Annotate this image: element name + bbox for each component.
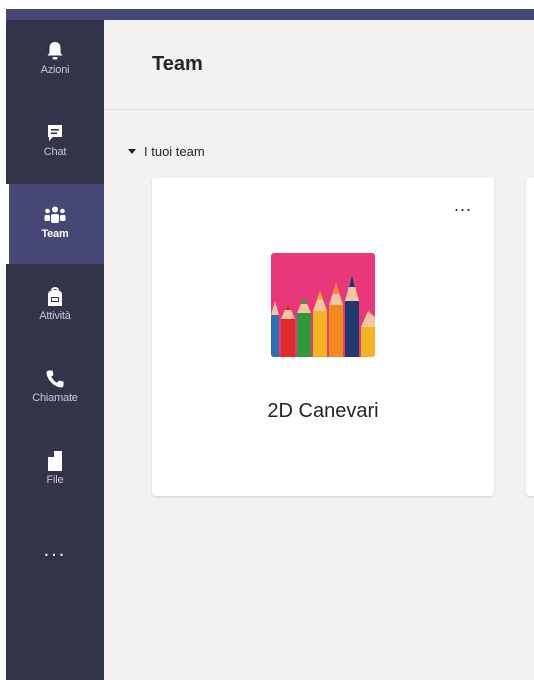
team-card-partial[interactable] — [526, 178, 534, 496]
app-rail: Azioni Chat Team Attività Chiamate File … — [6, 20, 104, 680]
rail-item-label: File — [46, 474, 64, 486]
teams-section-toggle[interactable]: I tuoi team — [128, 144, 205, 159]
rail-item-label: Azioni — [40, 64, 70, 76]
caret-down-icon — [128, 149, 136, 154]
rail-item-attivita[interactable]: Attività — [6, 266, 104, 346]
pencils-image — [271, 253, 375, 357]
backpack-icon — [44, 286, 66, 308]
rail-item-label: Team — [41, 228, 69, 240]
title-strip — [6, 9, 534, 20]
rail-item-file[interactable]: File — [6, 430, 104, 510]
page-title: Team — [152, 53, 203, 75]
rail-item-label: Chiamate — [32, 392, 78, 404]
rail-item-label: Attività — [39, 310, 71, 322]
top-bar — [0, 0, 534, 20]
rail-item-azioni[interactable]: Azioni — [6, 20, 104, 100]
rail-item-label: Chat — [43, 146, 67, 158]
bell-icon — [44, 40, 66, 62]
team-avatar — [271, 253, 375, 357]
chat-icon — [44, 122, 66, 144]
section-label: I tuoi team — [144, 144, 205, 159]
team-name: 2D Canevari — [267, 400, 379, 422]
team-card[interactable]: ... 2D Canevari — [152, 178, 494, 496]
rail-item-chiamate[interactable]: Chiamate — [6, 348, 104, 428]
team-icon — [44, 204, 66, 226]
more-apps-button[interactable]: ... — [6, 540, 104, 560]
main-pane: Team I tuoi team ... 2D Canevari — [104, 20, 534, 680]
file-icon — [44, 450, 66, 472]
more-options-button[interactable]: ... — [454, 196, 472, 214]
phone-icon — [44, 368, 66, 390]
rail-item-team[interactable]: Team — [6, 184, 104, 264]
page-header: Team — [104, 20, 534, 110]
rail-item-chat[interactable]: Chat — [6, 102, 104, 182]
